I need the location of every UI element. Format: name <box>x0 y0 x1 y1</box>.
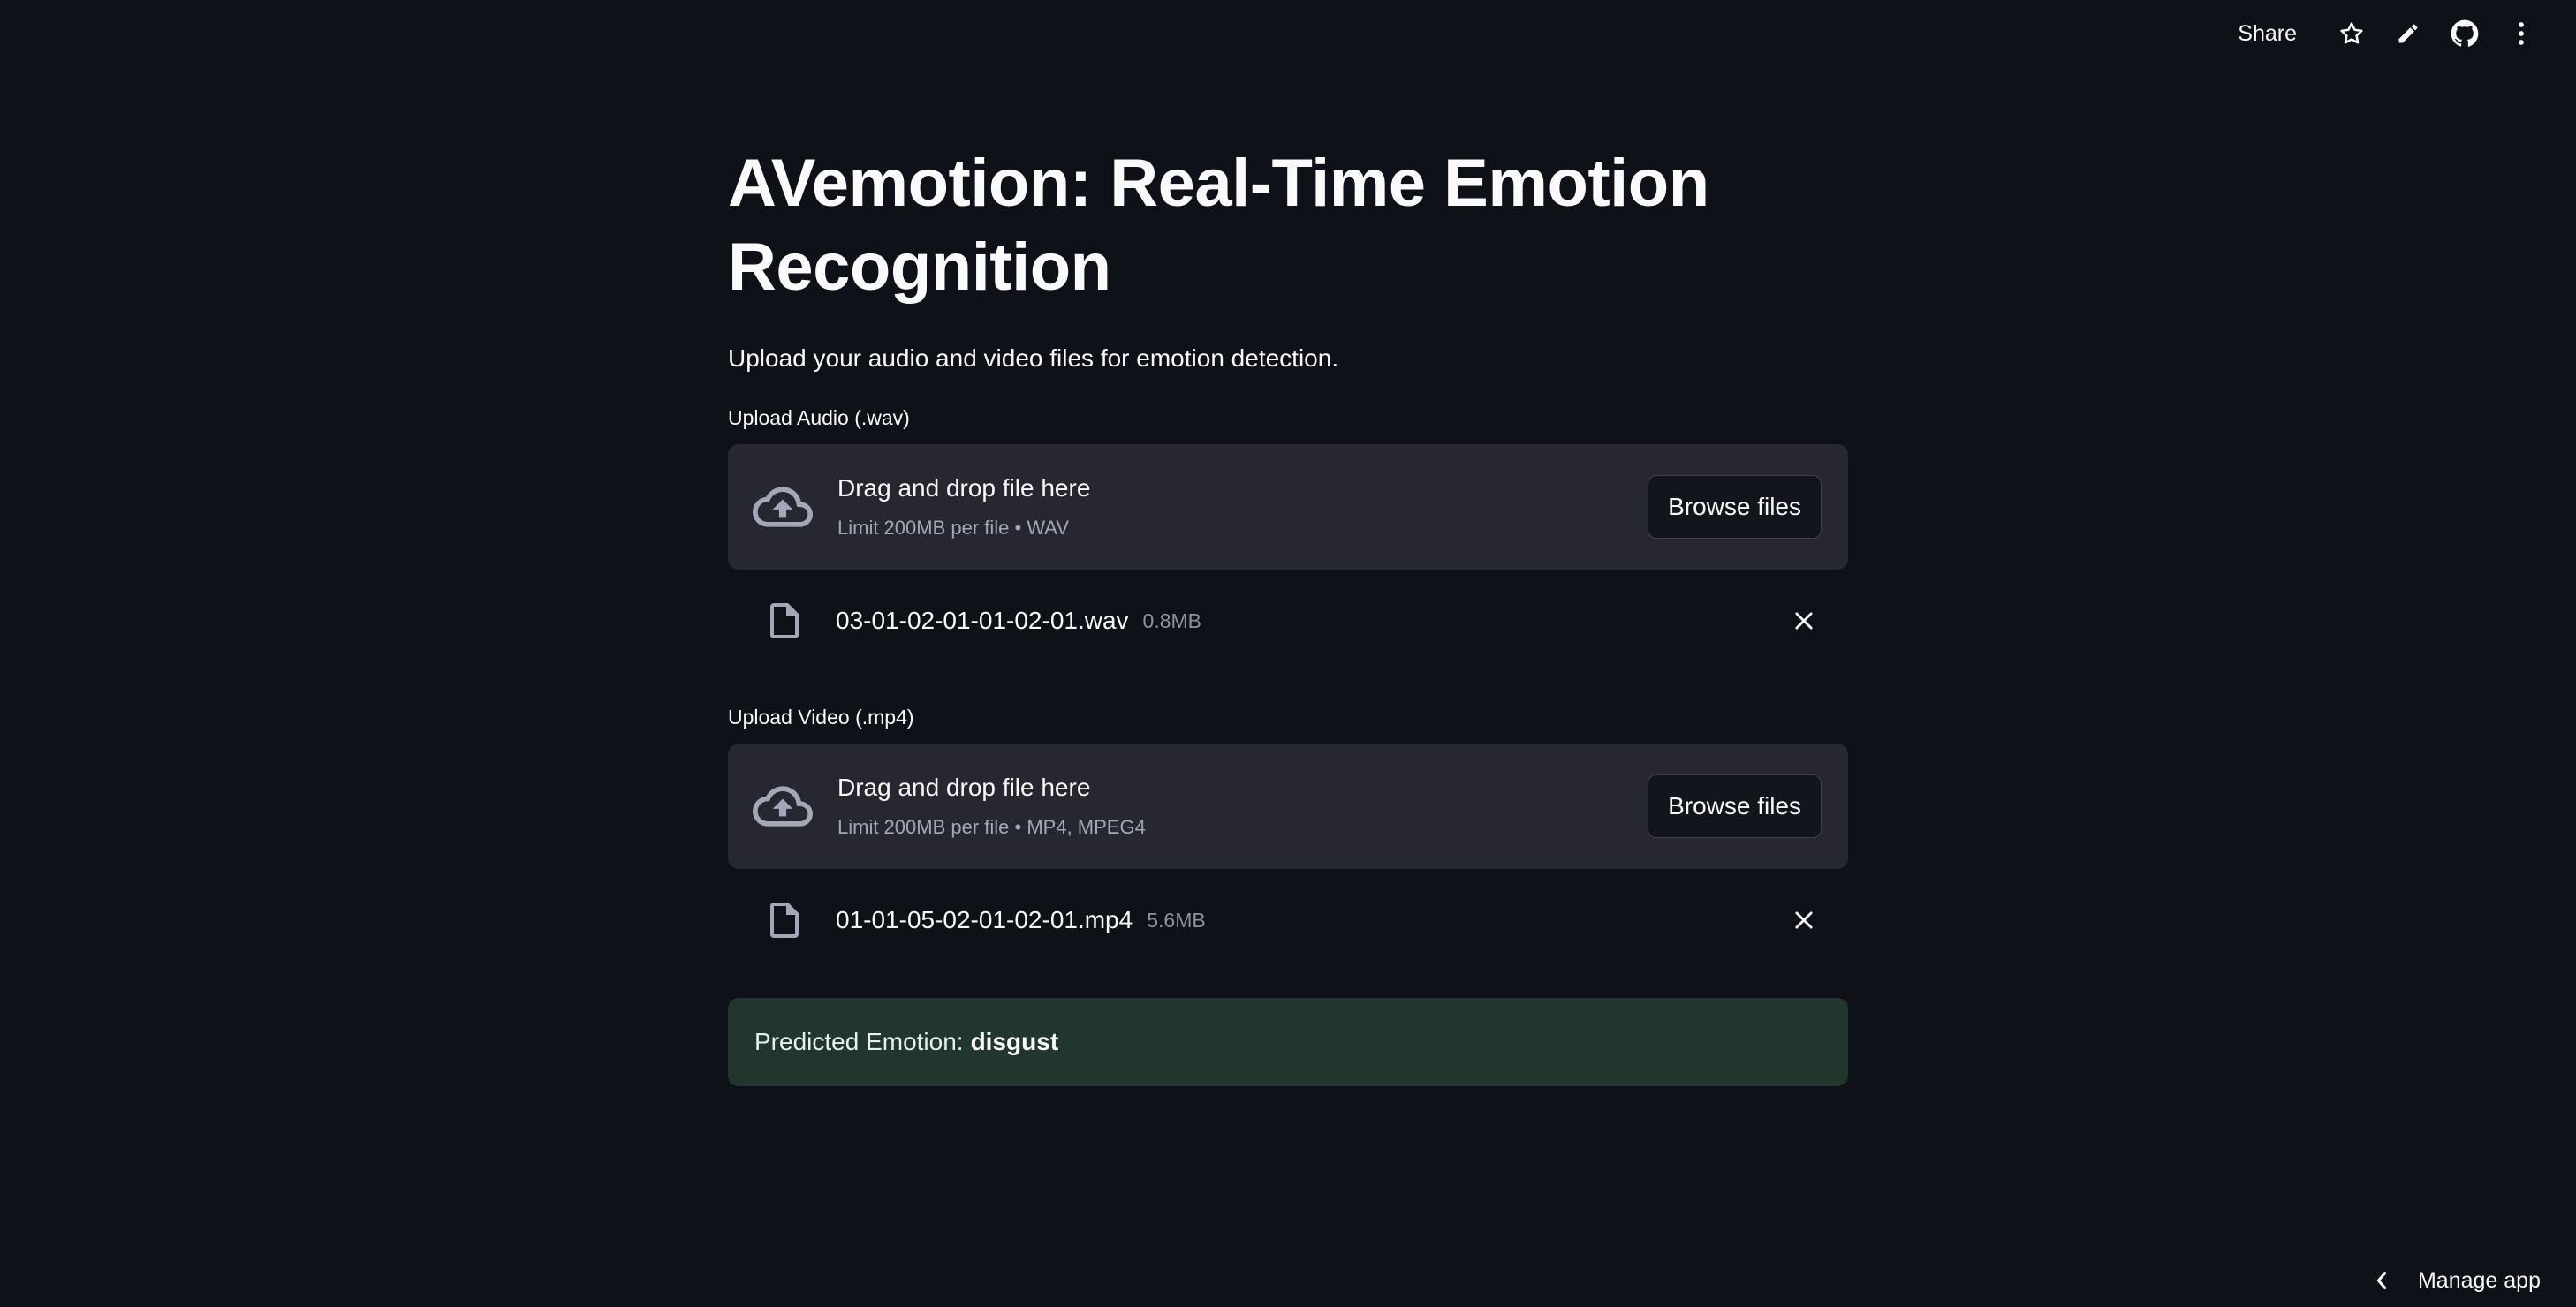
main-content: AVemotion: Real-Time Emotion Recognition… <box>728 141 1848 1086</box>
file-name: 03-01-02-01-01-02-01.wav <box>836 607 1129 634</box>
remove-video-file-button[interactable] <box>1786 903 1822 938</box>
page-title: AVemotion: Real-Time Emotion Recognition <box>728 146 1709 305</box>
dropzone-title: Drag and drop file here <box>837 474 1091 502</box>
file-size: 5.6MB <box>1147 908 1206 932</box>
audio-upload-label: Upload Audio (.wav) <box>728 406 910 429</box>
file-icon <box>770 903 799 938</box>
star-icon[interactable] <box>2323 5 2380 62</box>
result-prefix: Predicted Emotion: <box>754 1028 964 1055</box>
file-size: 0.8MB <box>1142 608 1202 632</box>
github-icon[interactable] <box>2436 5 2493 62</box>
cloud-upload-icon <box>753 786 813 827</box>
share-button[interactable]: Share <box>2238 21 2297 47</box>
audio-dropzone-text: Drag and drop file here Limit 200MB per … <box>837 474 1648 540</box>
prediction-result: Predicted Emotion: disgust <box>728 998 1848 1086</box>
manage-app-label: Manage app <box>2417 1267 2541 1293</box>
close-icon <box>1795 911 1813 929</box>
manage-app-button[interactable]: Manage app <box>2374 1259 2541 1302</box>
dropzone-limit: Limit 200MB per file • MP4, MPEG4 <box>837 816 1146 838</box>
video-dropzone[interactable]: Drag and drop file here Limit 200MB per … <box>728 744 1848 869</box>
file-icon <box>770 603 799 638</box>
page-subtitle: Upload your audio and video files for em… <box>728 344 1339 372</box>
video-upload-label: Upload Video (.mp4) <box>728 706 914 729</box>
audio-uploaded-file: 03-01-02-01-01-02-01.wav 0.8MB <box>728 570 1848 672</box>
dropzone-title: Drag and drop file here <box>837 774 1091 801</box>
kebab-menu-icon[interactable] <box>2493 5 2549 62</box>
audio-dropzone[interactable]: Drag and drop file here Limit 200MB per … <box>728 444 1848 570</box>
audio-browse-button[interactable]: Browse files <box>1648 475 1822 539</box>
close-icon <box>1795 612 1813 630</box>
video-browse-button[interactable]: Browse files <box>1648 774 1822 838</box>
file-name: 01-01-05-02-01-02-01.mp4 <box>836 906 1133 933</box>
pencil-icon[interactable] <box>2380 5 2436 62</box>
video-uploaded-file: 01-01-05-02-01-02-01.mp4 5.6MB <box>728 869 1848 971</box>
cloud-upload-icon <box>753 487 813 527</box>
video-dropzone-text: Drag and drop file here Limit 200MB per … <box>837 774 1648 839</box>
dropzone-limit: Limit 200MB per file • WAV <box>837 517 1070 539</box>
predicted-emotion: disgust <box>970 1028 1059 1055</box>
top-toolbar: Share <box>2238 0 2576 67</box>
chevron-left-icon <box>2376 1272 2387 1289</box>
remove-audio-file-button[interactable] <box>1786 603 1822 638</box>
